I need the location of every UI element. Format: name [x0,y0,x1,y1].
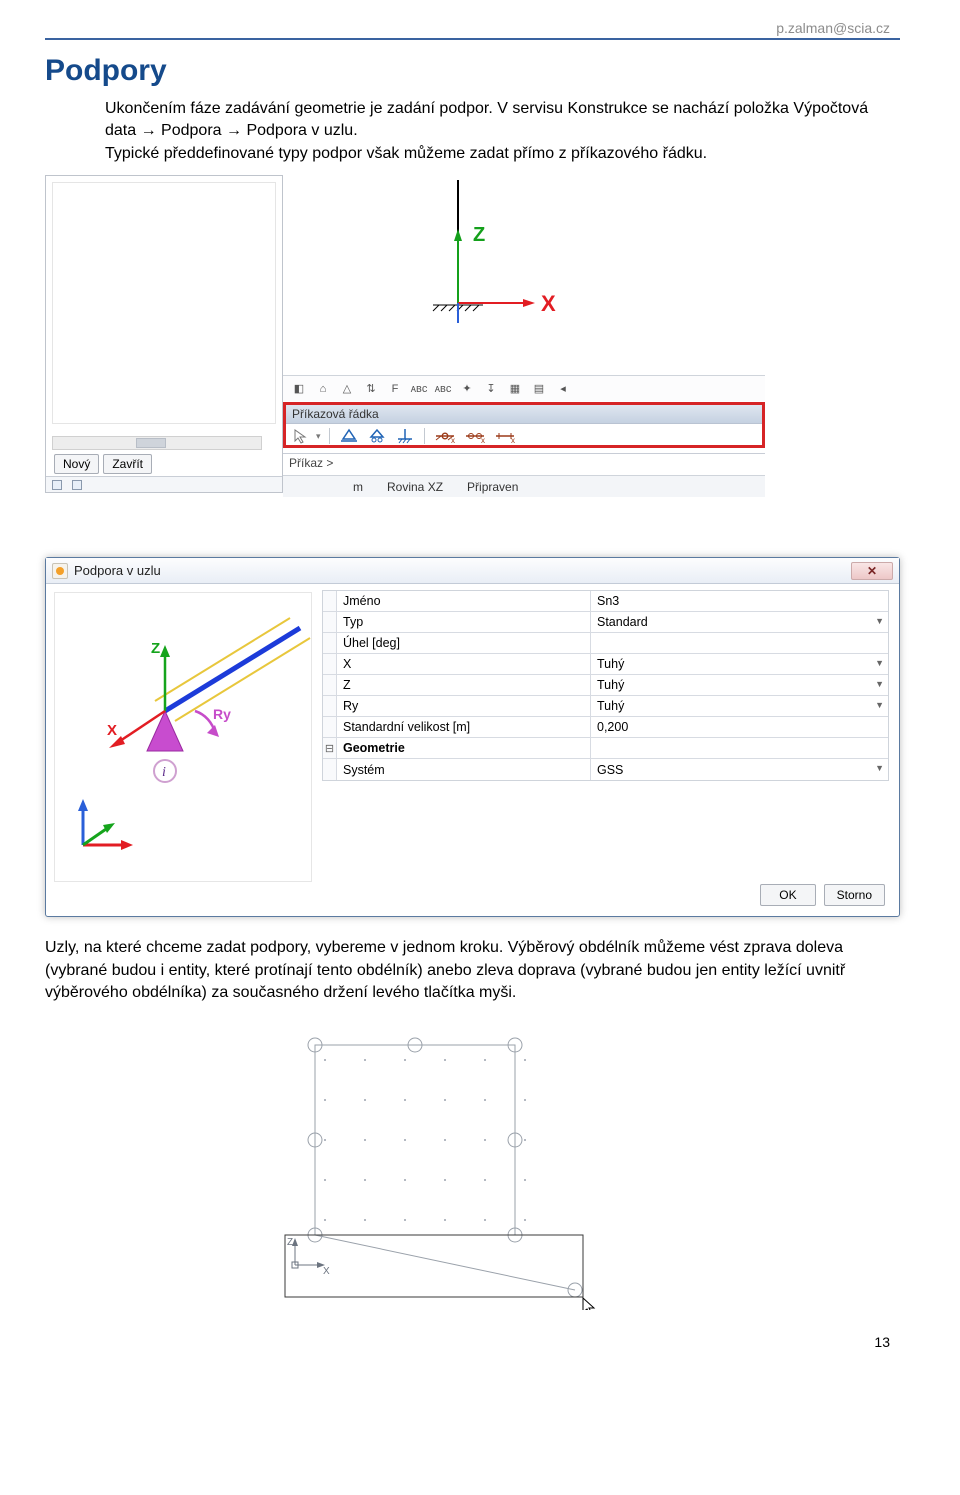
tlb-icon-9[interactable]: ▤ [529,379,549,399]
tlb-icon-8[interactable]: ▦ [505,379,525,399]
p1-part-c: Podpora v uzlu. [246,122,357,139]
arrow-1: → [141,122,161,139]
support-dialog: Podpora v uzlu ✕ [45,557,900,917]
prop-system-label: Systém [337,759,591,780]
page-title: Podpory [45,54,900,88]
p1-part-b: Podpora [161,122,222,139]
prop-system-value[interactable]: GSS [591,759,888,780]
page-number: 13 [45,1334,900,1350]
svg-text:i: i [162,765,166,780]
tlb-icon-1[interactable]: ◧ [289,379,309,399]
prop-type-value[interactable]: Standard [591,612,888,632]
axis-z-label: Z [473,224,485,246]
dialog-title-text: Podpora v uzlu [74,563,161,578]
new-button[interactable]: Nový [54,454,99,474]
collapse-geometry-toggle[interactable]: ⊟ [323,738,337,758]
panel-icon-2[interactable] [72,480,82,490]
prop-geometry-header: Geometrie [337,738,591,758]
tlb-icon-2[interactable]: ⌂ [313,379,333,399]
close-icon[interactable]: ✕ [851,562,893,580]
divider [45,38,900,40]
property-grid: Jméno Sn3 Typ Standard Úhel [deg] X Tuhý… [322,590,889,781]
scrollbar-horizontal[interactable] [52,436,262,450]
header-email: p.zalman@scia.cz [45,20,900,36]
command-line-title: Příkazová řádka [286,405,762,424]
lower-toolbar: ◧ ⌂ △ ⇅ F ᴀʙᴄ ᴀʙᴄ ✦ ↧ ▦ ▤ ◂ [283,375,765,401]
ok-button[interactable]: OK [760,884,815,906]
svg-text:x: x [481,436,485,445]
prop-type-label: Typ [337,612,591,632]
tlb-icon-4[interactable]: ⇅ [361,379,381,399]
prop-angle-label: Úhel [deg] [337,633,591,653]
paragraph-2: Uzly, na které chceme zadat podpory, vyb… [45,937,890,1004]
status-ready: Připraven [467,480,518,494]
tlb-abc-icon-2[interactable]: ᴀʙᴄ [433,379,453,399]
svg-text:X: X [107,722,117,739]
svg-text:x: x [451,436,455,445]
dialog-icon [52,563,68,579]
prop-z-value[interactable]: Tuhý [591,675,888,695]
prop-x-label: X [337,654,591,674]
tlb-icon-6[interactable]: ✦ [457,379,477,399]
dialog-preview: Z X Ry i [54,592,312,882]
line-hinge-icon-2[interactable]: x [463,427,487,445]
line-hinge-icon-3[interactable]: x [493,427,517,445]
tlb-abc-icon-1[interactable]: ᴀʙᴄ [409,379,429,399]
pointer-icon[interactable] [292,427,310,445]
command-line-panel: Příkazová řádka ▾ [283,402,765,448]
status-bar: m Rovina XZ Připraven [283,475,765,497]
close-button[interactable]: Zavřít [103,454,152,474]
svg-text:x: x [511,436,515,445]
dialog-titlebar: Podpora v uzlu ✕ [46,558,899,584]
tlb-icon-5[interactable]: F [385,379,405,399]
svg-text:Ry: Ry [213,706,231,722]
paragraph-1: Ukončením fáze zadávání geometrie je zad… [105,98,890,165]
prop-ry-label: Ry [337,696,591,716]
panel-icon-1[interactable] [52,480,62,490]
status-plane: Rovina XZ [387,480,443,494]
svg-text:Z: Z [287,1237,293,1248]
prop-z-label: Z [337,675,591,695]
p1-line2: Typické předdefinované typy podpor však … [105,145,707,162]
status-unit: m [353,480,363,494]
figure-app-screenshot: Nový Zavřít [45,175,900,545]
svg-text:X: X [323,1266,330,1277]
prop-name-label: Jméno [337,591,591,611]
svg-text:Z: Z [151,640,160,657]
tlb-icon-7[interactable]: ↧ [481,379,501,399]
arrow-2: → [226,122,246,139]
tlb-arrow-left-icon[interactable]: ◂ [553,379,573,399]
roller-support-icon[interactable] [366,427,388,445]
axis-x-label: X [541,291,556,316]
prop-x-value[interactable]: Tuhý [591,654,888,674]
figure-dialog: Podpora v uzlu ✕ [45,557,900,923]
figure-selection: Z X [245,1020,605,1310]
line-hinge-icon-1[interactable]: x [433,427,457,445]
prop-stdsize-value[interactable]: 0,200 [591,717,888,737]
tlb-icon-3[interactable]: △ [337,379,357,399]
cancel-button[interactable]: Storno [824,884,885,906]
prop-ry-value[interactable]: Tuhý [591,696,888,716]
pinned-support-icon[interactable] [338,427,360,445]
tree-panel-empty [52,182,276,424]
fixed-support-icon[interactable] [394,427,416,445]
prop-stdsize-label: Standardní velikost [m] [337,717,591,737]
tree-panel: Nový Zavřít [45,175,283,493]
command-prompt[interactable]: Příkaz > [283,453,765,475]
prop-angle-value[interactable] [591,633,888,653]
prop-name-value[interactable]: Sn3 [591,591,888,611]
